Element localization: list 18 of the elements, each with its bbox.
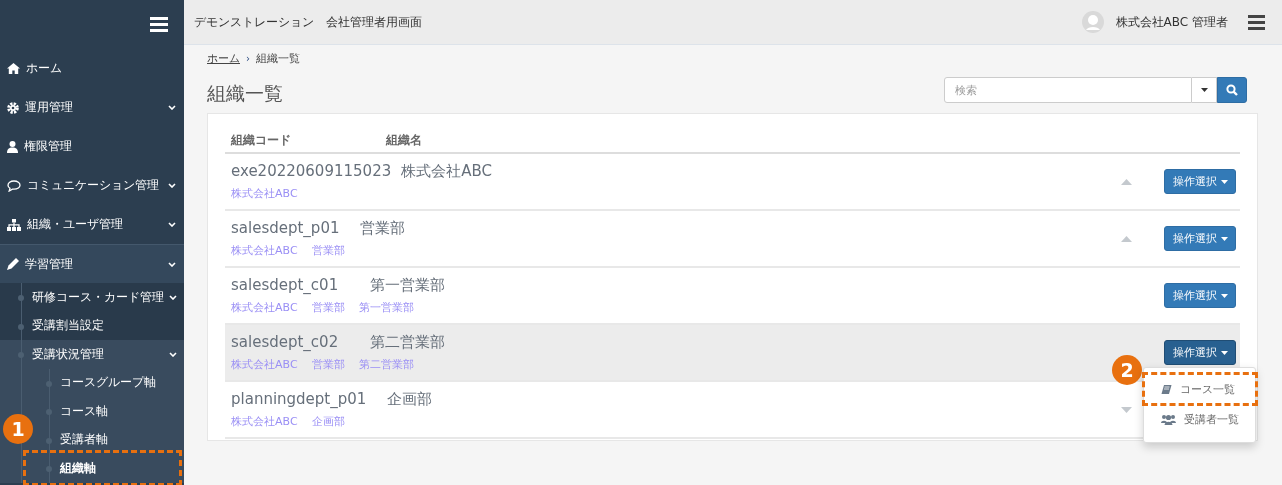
org-name: 企画部 [386,390,433,409]
org-name: 株式会社ABC [400,162,492,181]
org-code: planningdept_p01 [231,390,367,408]
breadcrumb-separator: › [246,52,250,64]
column-header: 組織名 [386,132,422,149]
org-name: 営業部 [359,219,406,238]
org-name: 第一営業部 [369,276,446,295]
app-subtitle: 会社管理者用画面 [326,13,422,31]
org-code: exe20220609115023 [231,162,392,180]
org-code: salesdept_p01 [231,219,340,237]
org-code: salesdept_c01 [231,276,339,294]
page-title: 組織一覧 [207,81,283,106]
app-title: デモンストレーション [194,13,314,31]
org-code: salesdept_c02 [231,333,339,351]
breadcrumb-current: 組織一覧 [256,50,300,66]
column-header: 組織コード [231,132,292,149]
org-name: 第二営業部 [369,333,446,352]
callout-number: 2 [1112,355,1142,385]
